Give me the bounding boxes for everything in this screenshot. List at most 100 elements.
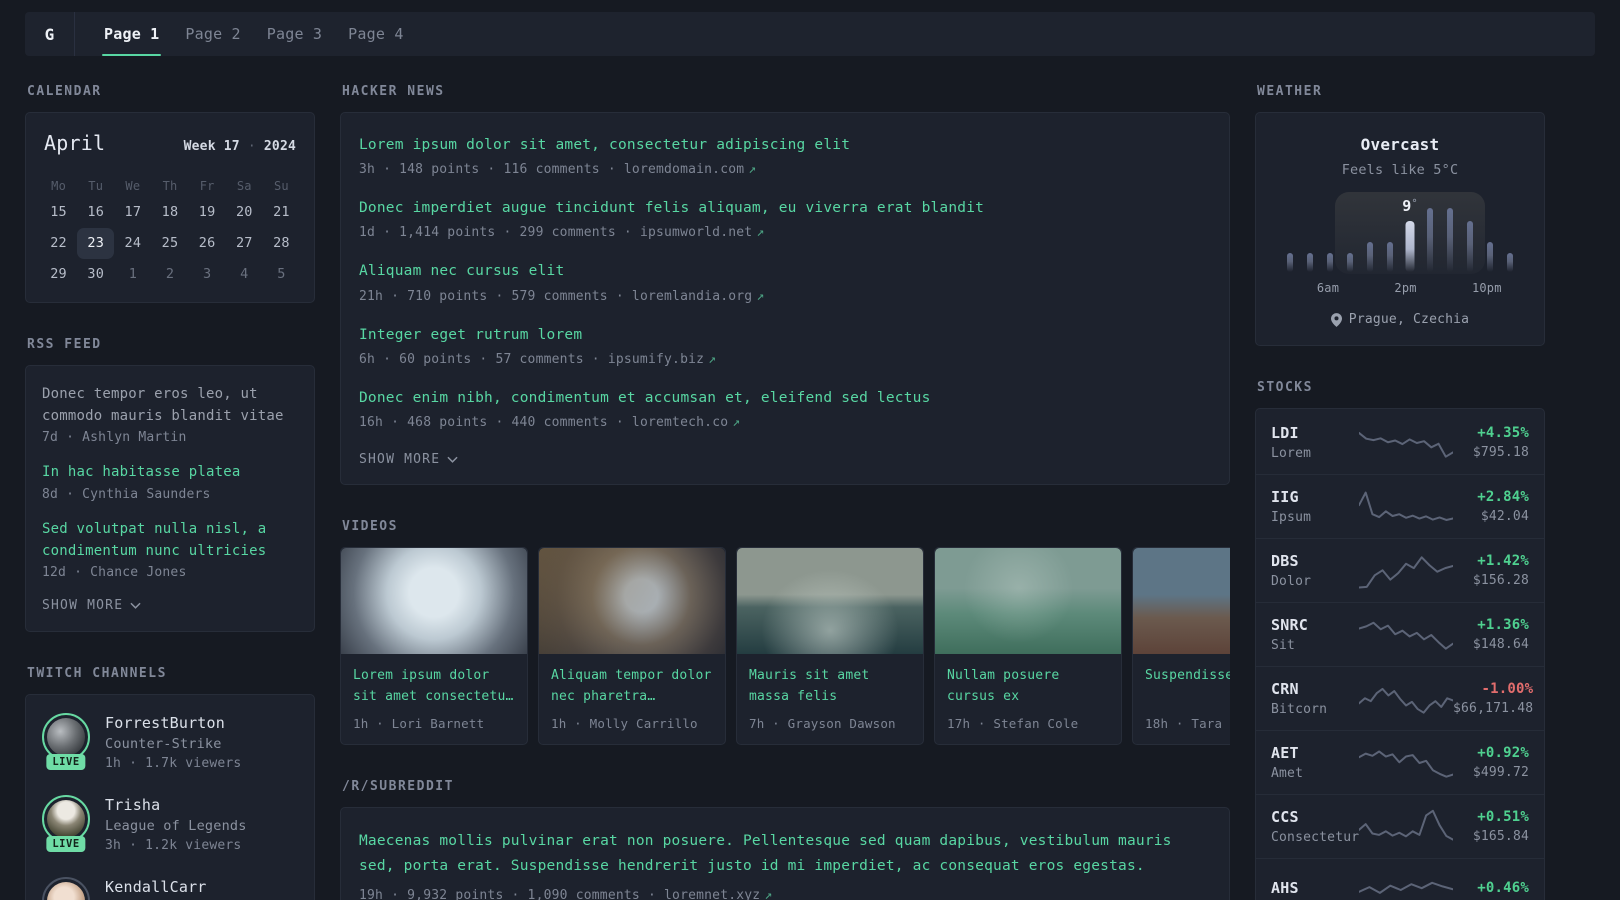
weather-time-label [1298,281,1316,295]
calendar-day: 24 [124,235,142,251]
rss-show-more-button[interactable]: SHOW MORE [42,598,298,613]
channel-name: KendallCarr [105,878,207,897]
external-link-icon[interactable]: ↗ [756,225,764,240]
video-thumbnail[interactable] [935,547,1121,654]
external-link-icon[interactable]: ↗ [756,289,764,304]
reddit-post-title-link[interactable]: Maecenas mollis pulvinar erat non posuer… [359,829,1211,880]
stock-row[interactable]: AET Amet +0.92% $499.72 [1256,730,1544,794]
video-card[interactable]: Mauris sit amet massa felis 7h · Grayson… [736,546,924,745]
external-link-icon[interactable]: ↗ [708,352,716,367]
calendar-day: 27 [235,235,253,251]
hackernews-show-more-button[interactable]: SHOW MORE [359,452,1211,467]
stock-row[interactable]: CCS Consectetur +0.51% $165.84 [1256,794,1544,858]
stock-name: Dolor [1271,574,1312,589]
calendar-day: 23 [77,228,115,259]
news-domain-link[interactable]: ipsumify.biz [608,352,704,367]
rss-item-meta: 7d · Ashlyn Martin [42,430,187,446]
news-item: Integer eget rutrum lorem 6h · 60 points… [359,324,1211,367]
video-card[interactable]: Nullam posuere cursus ex 17h · Stefan Co… [934,546,1122,745]
external-link-icon[interactable]: ↗ [748,162,756,177]
news-domain-link[interactable]: loremlandia.org [632,289,752,304]
stock-row[interactable]: IIG Ipsum +2.84% $42.04 [1256,474,1544,538]
stock-quote: +1.42% $156.28 [1473,553,1529,588]
avatar-image [47,882,85,900]
external-link-icon[interactable]: ↗ [732,415,740,430]
external-link-icon[interactable]: ↗ [764,888,772,900]
avatar-ring [42,877,90,900]
video-card[interactable]: Suspendisse diam 18h · Tara [1132,546,1230,745]
stock-symbol: AET [1271,744,1299,762]
video-card-body: Lorem ipsum dolor sit amet consectetu… 1… [341,654,527,744]
rss-item-link[interactable]: In hac habitasse platea [42,462,298,484]
stock-sparkline [1359,553,1453,589]
news-title-link[interactable]: Donec imperdiet augue tincidunt felis al… [359,197,1211,220]
stock-row[interactable]: LDI Lorem +4.35% $795.18 [1256,411,1544,474]
stock-row[interactable]: SNRC Sit +1.36% $148.64 [1256,602,1544,666]
news-domain-link[interactable]: loremdomain.com [624,162,744,177]
rss-item: In hac habitasse platea 8d · Cynthia Sau… [42,462,298,502]
video-title-link[interactable]: Nullam posuere cursus ex [947,665,1109,707]
stock-symbol: IIG [1271,488,1299,506]
weather-hour-column [1280,208,1300,272]
news-title-link[interactable]: Donec enim nibh, condimentum et accumsan… [359,387,1211,410]
calendar-day: 15 [50,204,67,220]
video-title-link[interactable]: Mauris sit amet massa felis [749,665,911,707]
video-title-link[interactable]: Aliquam tempor dolor nec pharetra… [551,665,713,707]
twitch-channel-row[interactable]: KendallCarr [42,877,298,900]
rss-item-link[interactable]: Donec tempor eros leo, ut commodo mauris… [42,384,298,427]
stock-row[interactable]: CRN Bitcorn -1.00% $66,171.48 [1256,666,1544,730]
stock-identity: IIG Ipsum [1271,488,1359,525]
stock-row[interactable]: DBS Dolor +1.42% $156.28 [1256,538,1544,602]
stock-identity: CCS Consectetur [1271,808,1359,845]
calendar-week-year: Week 17 · 2024 [184,139,296,154]
calendar-day: 17 [124,204,142,220]
weather-hour-column [1460,208,1480,272]
live-badge: LIVE [46,836,86,853]
video-card[interactable]: Lorem ipsum dolor sit amet consectetu… 1… [340,546,528,745]
twitch-channel-row[interactable]: LIVE ForrestBurton Counter-Strike 1h · 1… [42,713,298,771]
stock-identity: DBS Dolor [1271,552,1359,589]
news-title-link[interactable]: Aliquam nec cursus elit [359,260,1211,283]
weekday-label: Th [162,179,178,193]
news-item-stats: 21h · 710 points · 579 comments · [359,288,632,304]
rss-item-link[interactable]: Sed volutpat nulla nisl, a condimentum n… [42,519,298,562]
weather-time-label [1454,281,1472,295]
video-thumbnail[interactable] [737,547,923,654]
page-tab[interactable]: Page 4 [335,12,416,56]
weather-time-label [1417,281,1435,295]
videos-row: Lorem ipsum dolor sit amet consectetu… 1… [340,546,1230,745]
calendar-day: 1 [128,266,138,282]
page-tab[interactable]: Page 3 [254,12,335,56]
video-card[interactable]: Aliquam tempor dolor nec pharetra… 1h · … [538,546,726,745]
news-domain-link[interactable]: loremtech.co [632,415,728,430]
weather-condition: Overcast [1360,135,1440,154]
video-card-body: Nullam posuere cursus ex 17h · Stefan Co… [935,654,1121,744]
channel-avatar: LIVE [42,713,90,771]
weather-time-label [1376,281,1394,295]
rss-item-meta: 8d · Cynthia Saunders [42,487,211,503]
reddit-domain-link[interactable]: loremnet.xyz [664,888,760,900]
stock-identity: CRN Bitcorn [1271,680,1359,717]
rss-card: Donec tempor eros leo, ut commodo mauris… [25,365,315,633]
channel-info: Trisha League of Legends 3h · 1.2k viewe… [105,795,247,853]
video-thumbnail[interactable] [341,547,527,654]
news-title-link[interactable]: Integer eget rutrum lorem [359,324,1211,347]
news-domain-link[interactable]: ipsumworld.net [640,225,752,240]
weather-hour-column [1420,208,1440,272]
video-title-link[interactable]: Suspendisse diam [1145,665,1230,707]
video-thumbnail[interactable] [1133,547,1230,654]
video-title-link[interactable]: Lorem ipsum dolor sit amet consectetu… [353,665,515,707]
calendar-weekday-row: Mo Tu We Th Fr Sa Su [40,175,300,197]
twitch-channel-row[interactable]: LIVE Trisha League of Legends 3h · 1.2k … [42,795,298,853]
stock-row[interactable]: AHS +0.46% [1256,858,1544,900]
stock-sparkline [1359,425,1453,461]
channel-name: Trisha [105,796,161,815]
app-logo[interactable]: G [25,12,75,56]
page-tab[interactable]: Page 2 [172,12,253,56]
reddit-post-stats: 19h · 9,932 points · 1,090 comments · [359,887,665,900]
page-tab[interactable]: Page 1 [91,12,172,56]
video-thumbnail[interactable] [539,547,725,654]
news-title-link[interactable]: Lorem ipsum dolor sit amet, consectetur … [359,134,1211,157]
calendar-day: 25 [161,235,179,251]
stock-identity: SNRC Sit [1271,616,1359,653]
